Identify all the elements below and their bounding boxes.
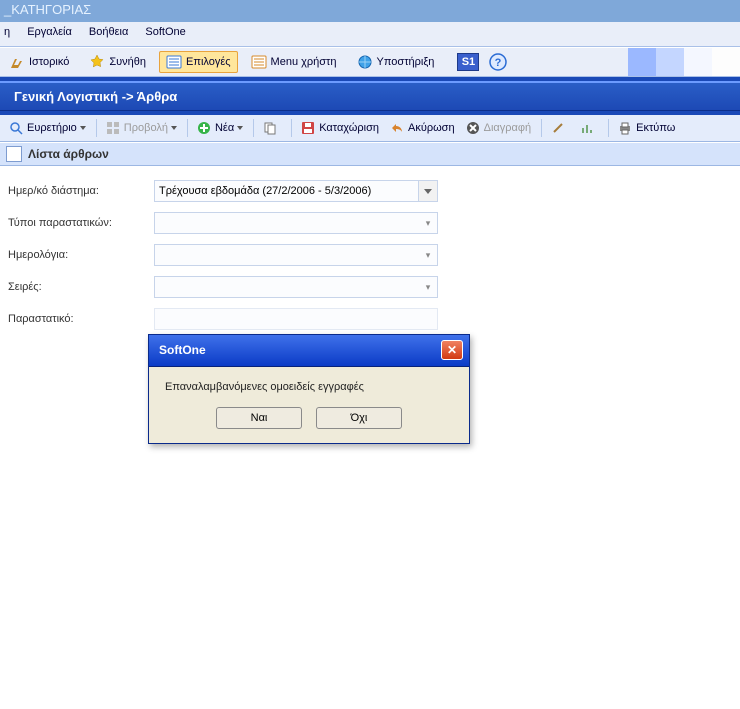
date-range-value: Τρέχουσα εβδομάδα (27/2/2006 - 5/3/2006) bbox=[159, 185, 371, 197]
history-button[interactable]: Ιστορικό bbox=[2, 51, 76, 73]
save-label: Καταχώριση bbox=[319, 122, 379, 134]
filter-button[interactable]: ▾ bbox=[419, 213, 437, 233]
filter-icon: ▾ bbox=[426, 218, 431, 229]
close-icon: ✕ bbox=[447, 344, 457, 356]
dialog-title: SoftOne bbox=[159, 343, 206, 357]
document-field[interactable] bbox=[154, 308, 438, 330]
index-icon bbox=[8, 120, 24, 136]
breadcrumb-wrap: Γενική Λογιστική -> Άρθρα bbox=[0, 77, 740, 115]
usermenu-label: Menu χρήστη bbox=[271, 56, 337, 68]
breadcrumb: Γενική Λογιστική -> Άρθρα bbox=[0, 81, 740, 111]
copy-button[interactable] bbox=[258, 119, 285, 137]
chevron-down-icon bbox=[80, 126, 86, 130]
options-icon bbox=[166, 54, 182, 70]
new-icon bbox=[196, 120, 212, 136]
section-header: Λίστα άρθρων bbox=[0, 142, 740, 166]
support-label: Υποστήριξη bbox=[377, 56, 435, 68]
category-bar: _ΚΑΤΗΓΟΡΙΑΣ bbox=[0, 0, 740, 22]
confirm-dialog: SoftOne ✕ Επαναλαμβανόμενες ομοειδείς εγ… bbox=[148, 334, 470, 444]
category-text: _ΚΑΤΗΓΟΡΙΑΣ bbox=[4, 2, 91, 17]
printer-icon bbox=[617, 120, 633, 136]
usermenu-icon bbox=[251, 54, 267, 70]
menu-item-help[interactable]: Βοήθεια bbox=[89, 26, 128, 38]
filter-button[interactable]: ▾ bbox=[419, 277, 437, 297]
new-label: Νέα bbox=[215, 122, 234, 134]
dropdown-button[interactable] bbox=[418, 181, 437, 201]
globe-icon bbox=[357, 54, 373, 70]
yes-button[interactable]: Ναι bbox=[216, 407, 302, 429]
doc-types-field[interactable]: ▾ bbox=[154, 212, 438, 234]
tool1-button[interactable] bbox=[546, 119, 573, 137]
save-icon bbox=[300, 120, 316, 136]
s1-button[interactable]: S1 bbox=[457, 53, 479, 71]
menu-item-tools[interactable]: Εργαλεία bbox=[27, 26, 72, 38]
dialog-body: Επαναλαμβανόμενες ομοειδείς εγγραφές bbox=[149, 367, 469, 399]
action-toolbar: Ευρετήριο Προβολή Νέα Καταχώριση Ακύρωση bbox=[0, 115, 740, 142]
chevron-down-icon bbox=[424, 189, 432, 194]
series-field[interactable]: ▾ bbox=[154, 276, 438, 298]
undo-icon bbox=[389, 120, 405, 136]
index-label: Ευρετήριο bbox=[27, 122, 77, 134]
series-label: Σειρές: bbox=[8, 281, 154, 293]
options-button[interactable]: Επιλογές bbox=[159, 51, 238, 73]
filter-icon: ▾ bbox=[426, 250, 431, 261]
favorites-button[interactable]: Συνήθη bbox=[82, 51, 153, 73]
save-button[interactable]: Καταχώριση bbox=[296, 119, 383, 137]
new-button[interactable]: Νέα bbox=[192, 119, 247, 137]
usermenu-button[interactable]: Menu χρήστη bbox=[244, 51, 344, 73]
top-toolbar: Ιστορικό Συνήθη Επιλογές Menu χρήστη Υπο… bbox=[0, 47, 740, 77]
filter-button[interactable]: ▾ bbox=[419, 245, 437, 265]
chevron-down-icon bbox=[171, 126, 177, 130]
dialog-titlebar[interactable]: SoftOne ✕ bbox=[149, 335, 469, 367]
list-icon bbox=[6, 146, 22, 162]
help-icon[interactable]: ? bbox=[489, 53, 507, 71]
history-icon bbox=[9, 54, 25, 70]
history-label: Ιστορικό bbox=[29, 56, 69, 68]
chart-icon bbox=[579, 120, 595, 136]
support-button[interactable]: Υποστήριξη bbox=[350, 51, 442, 73]
view-label: Προβολή bbox=[124, 122, 168, 134]
menu-item-softone[interactable]: SoftOne bbox=[145, 26, 185, 38]
svg-text:?: ? bbox=[495, 57, 502, 69]
journals-label: Ημερολόγια: bbox=[8, 249, 154, 261]
wand-icon bbox=[550, 120, 566, 136]
s1-label: S1 bbox=[462, 56, 475, 68]
doc-types-label: Τύποι παραστατικών: bbox=[8, 217, 154, 229]
cancel-button[interactable]: Ακύρωση bbox=[385, 119, 459, 137]
menu-item-0[interactable]: η bbox=[4, 26, 10, 38]
grid-icon bbox=[105, 120, 121, 136]
date-range-field[interactable]: Τρέχουσα εβδομάδα (27/2/2006 - 5/3/2006) bbox=[154, 180, 438, 202]
decor-strip bbox=[628, 48, 740, 76]
delete-label: Διαγραφή bbox=[484, 122, 532, 134]
dialog-message: Επαναλαμβανόμενες ομοειδείς εγγραφές bbox=[165, 381, 364, 393]
journals-field[interactable]: ▾ bbox=[154, 244, 438, 266]
index-button[interactable]: Ευρετήριο bbox=[4, 119, 90, 137]
delete-button[interactable]: Διαγραφή bbox=[461, 119, 536, 137]
chevron-down-icon bbox=[237, 126, 243, 130]
date-range-label: Ημερ/κό διάστημα: bbox=[8, 185, 154, 197]
star-icon bbox=[89, 54, 105, 70]
tool2-button[interactable] bbox=[575, 119, 602, 137]
options-label: Επιλογές bbox=[186, 56, 231, 68]
print-button[interactable]: Εκτύπω bbox=[613, 119, 679, 137]
no-button[interactable]: Όχι bbox=[316, 407, 402, 429]
filter-icon: ▾ bbox=[426, 282, 431, 293]
cancel-label: Ακύρωση bbox=[408, 122, 455, 134]
dialog-buttons: Ναι Όχι bbox=[149, 399, 469, 443]
document-label: Παραστατικό: bbox=[8, 313, 154, 325]
favorites-label: Συνήθη bbox=[109, 56, 146, 68]
menu-bar: η Εργαλεία Βοήθεια SoftOne bbox=[0, 22, 740, 47]
copy-icon bbox=[262, 120, 278, 136]
close-button[interactable]: ✕ bbox=[441, 340, 463, 360]
print-label: Εκτύπω bbox=[636, 122, 675, 134]
view-button[interactable]: Προβολή bbox=[101, 119, 181, 137]
filter-form: Ημερ/κό διάστημα: Τρέχουσα εβδομάδα (27/… bbox=[0, 166, 740, 354]
section-title: Λίστα άρθρων bbox=[28, 147, 109, 161]
delete-icon bbox=[465, 120, 481, 136]
breadcrumb-text: Γενική Λογιστική -> Άρθρα bbox=[14, 89, 177, 104]
